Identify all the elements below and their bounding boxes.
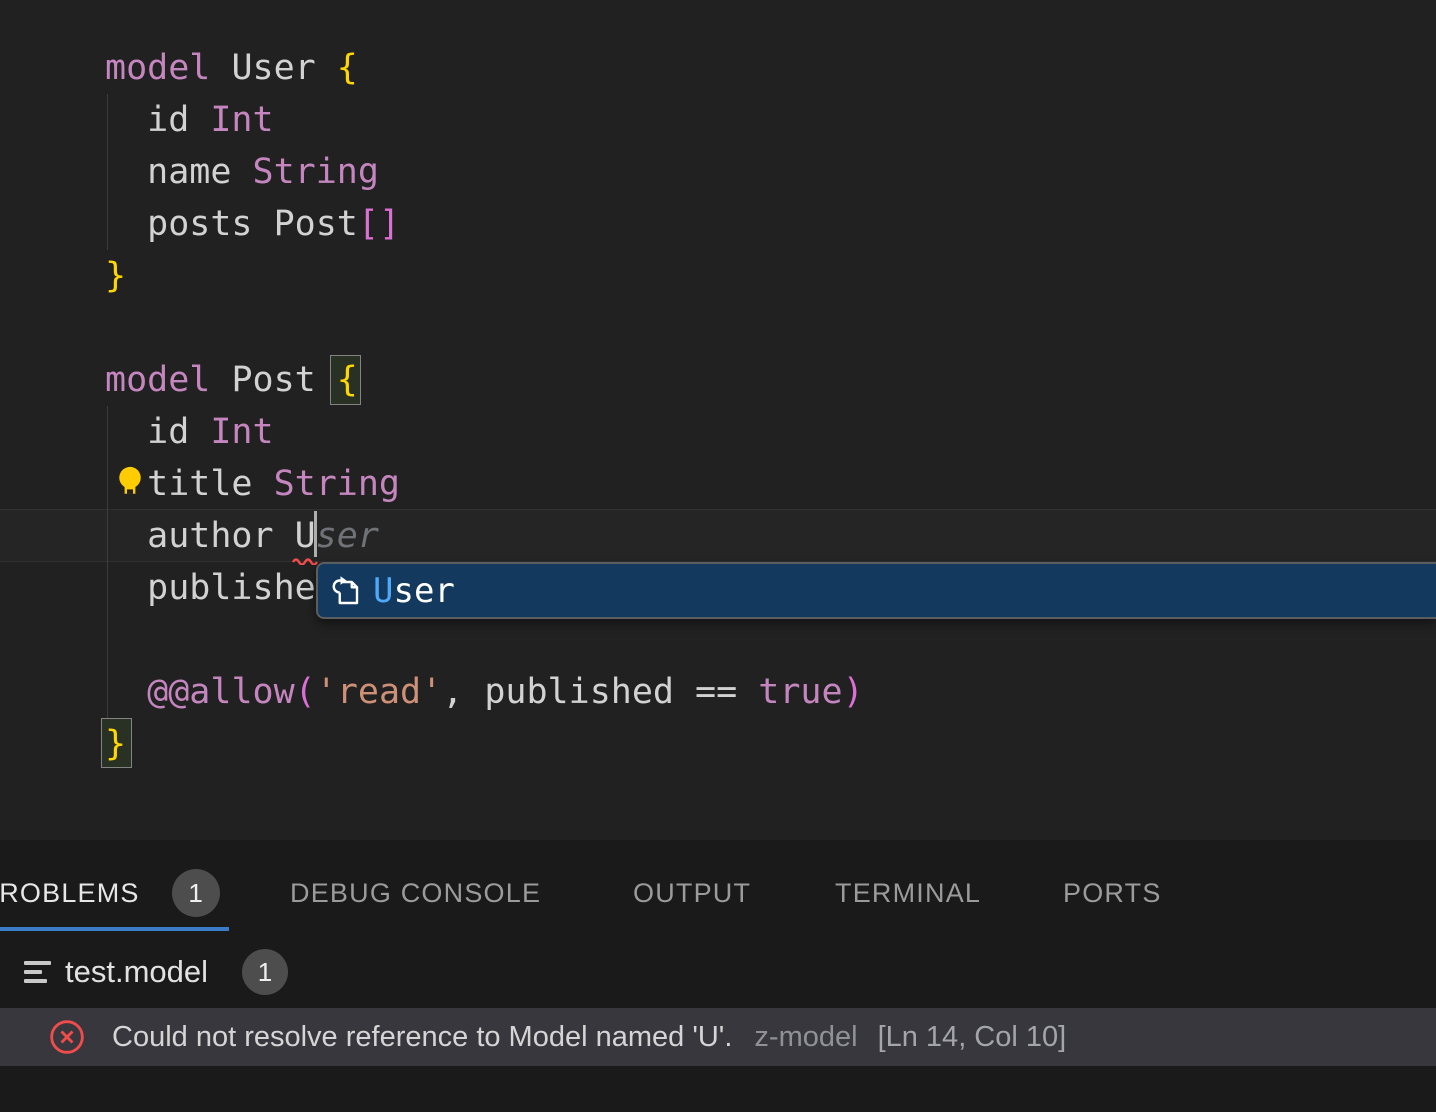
code-token: id bbox=[105, 100, 210, 140]
problem-message: Could not resolve reference to Model nam… bbox=[112, 1021, 732, 1054]
code-token: publishe bbox=[105, 568, 316, 608]
code-token: @@allow bbox=[147, 672, 295, 712]
code-line[interactable]: posts Post[] bbox=[105, 198, 400, 250]
code-token: [] bbox=[358, 204, 400, 244]
code-token: ) bbox=[843, 672, 864, 712]
code-line[interactable]: } bbox=[105, 718, 126, 770]
code-token: String bbox=[274, 464, 400, 504]
code-token: true bbox=[758, 672, 842, 712]
code-line[interactable]: title String bbox=[105, 458, 400, 510]
code-line[interactable]: author User bbox=[105, 510, 379, 562]
tab-terminal-label: TERMINAL bbox=[835, 878, 981, 909]
file-name: test.model bbox=[65, 954, 208, 990]
code-token: model bbox=[105, 360, 231, 400]
vscode-window: model User { id Int name String posts Po… bbox=[0, 0, 1436, 1112]
suggestion-rest-text: ser bbox=[393, 571, 454, 611]
problem-source: z-model bbox=[754, 1021, 857, 1054]
code-token: { bbox=[337, 360, 358, 400]
code-token: Int bbox=[210, 100, 273, 140]
tab-debug-console-label: DEBUG CONSOLE bbox=[290, 878, 541, 909]
active-tab-underline bbox=[0, 927, 229, 931]
tab-output-label: OUTPUT bbox=[633, 878, 751, 909]
file-icon bbox=[24, 961, 52, 983]
tab-ports-label: PORTS bbox=[1063, 878, 1162, 909]
code-token: Post bbox=[231, 360, 336, 400]
code-line[interactable]: model Post { bbox=[105, 354, 358, 406]
code-line[interactable]: publishe bbox=[105, 562, 316, 614]
code-token: model bbox=[105, 48, 231, 88]
problems-count-badge: 1 bbox=[172, 869, 220, 917]
tab-problems-label: PROBLEMS bbox=[0, 878, 140, 909]
tab-terminal[interactable]: TERMINAL bbox=[835, 843, 981, 943]
code-line[interactable]: @@allow('read', published == true) bbox=[105, 666, 864, 718]
problem-location: [Ln 14, Col 10] bbox=[878, 1021, 1067, 1054]
code-token: Int bbox=[210, 412, 273, 452]
code-line[interactable]: model User { bbox=[105, 42, 358, 94]
text-cursor bbox=[314, 511, 317, 557]
tab-debug-console[interactable]: DEBUG CONSOLE bbox=[290, 843, 541, 943]
code-token: 'read' bbox=[316, 672, 442, 712]
error-squiggle bbox=[292, 555, 318, 565]
tab-output[interactable]: OUTPUT bbox=[633, 843, 751, 943]
code-line[interactable]: name String bbox=[105, 146, 379, 198]
code-token: name bbox=[105, 152, 253, 192]
file-problem-count-badge: 1 bbox=[242, 949, 288, 995]
bottom-panel: PROBLEMS 1 DEBUG CONSOLE OUTPUT TERMINAL… bbox=[0, 840, 1436, 1112]
code-token: String bbox=[253, 152, 379, 192]
error-icon bbox=[47, 1017, 87, 1057]
code-editor[interactable]: model User { id Int name String posts Po… bbox=[0, 0, 1436, 840]
suggestion-popup: User bbox=[316, 562, 1436, 619]
problem-row[interactable]: Could not resolve reference to Model nam… bbox=[0, 1008, 1436, 1066]
inline-suggestion-ghost-text: ser bbox=[316, 516, 379, 556]
code-token: } bbox=[105, 256, 126, 296]
code-line[interactable]: id Int bbox=[105, 94, 274, 146]
symbol-reference-icon bbox=[327, 573, 363, 609]
code-line[interactable]: id Int bbox=[105, 406, 274, 458]
code-token: , published == bbox=[442, 672, 758, 712]
code-token: posts Post bbox=[105, 204, 358, 244]
suggestion-label: User bbox=[373, 571, 455, 611]
code-line[interactable]: } bbox=[105, 250, 126, 302]
code-token: id bbox=[105, 412, 210, 452]
code-token: author U bbox=[105, 516, 316, 556]
suggestion-item-user[interactable]: User bbox=[318, 564, 1436, 617]
tab-ports[interactable]: PORTS bbox=[1063, 843, 1162, 943]
code-token: } bbox=[105, 724, 126, 764]
problems-file-row[interactable]: test.model 1 bbox=[0, 938, 1436, 1006]
code-token bbox=[105, 672, 147, 712]
code-token: ( bbox=[295, 672, 316, 712]
lightbulb-icon[interactable] bbox=[112, 463, 148, 499]
code-token: { bbox=[337, 48, 358, 88]
suggestion-match-text: U bbox=[373, 571, 393, 611]
code-token: User bbox=[231, 48, 336, 88]
